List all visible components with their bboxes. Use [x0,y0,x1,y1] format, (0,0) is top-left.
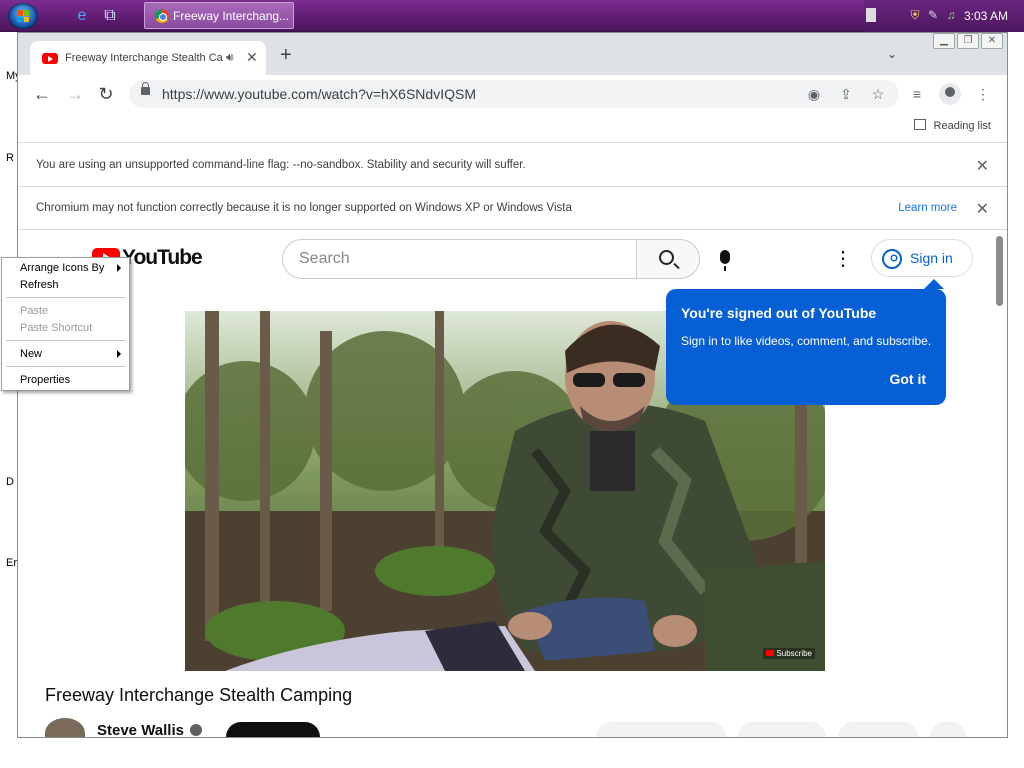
tab-search-chevron-icon[interactable]: ⌄ [887,47,897,61]
submenu-arrow-icon [117,350,121,358]
clock[interactable]: 3:03 AM [964,9,1008,23]
video-title: Freeway Interchange Stealth Camping [45,685,353,705]
internet-explorer-icon[interactable]: e [72,6,92,26]
new-tab-button[interactable]: + [280,45,292,65]
channel-name: Steve Wallis [97,722,184,738]
reading-list-icon [913,119,926,130]
subscribe-button[interactable] [226,722,320,737]
submenu-arrow-icon [117,264,121,272]
desktop-icon-label[interactable]: D [6,476,14,488]
tray-app-icon[interactable] [866,8,876,22]
taskbar-task-label: Freeway Interchang... [173,9,290,23]
menu-item-properties[interactable]: Properties [20,374,70,386]
infobar-unsupported-os: Chromium may not function correctly beca… [18,187,1007,230]
infobar-text: Chromium may not function correctly beca… [36,202,572,214]
youtube-wordmark: YouTube [122,246,203,269]
infobar-text: You are using an unsupported command-lin… [36,159,526,171]
page-scrollbar[interactable] [993,230,1007,737]
bookmarks-bar: Reading list [18,113,1007,143]
security-shield-icon[interactable]: ⛨ [908,8,922,22]
browser-window: Freeway Interchange Stealth Ca 🔊︎ ✕ + ⌄ … [17,32,1008,738]
sign-in-button[interactable]: Sign in [871,239,973,277]
signed-out-tooltip: You're signed out of YouTube Sign in to … [666,279,946,405]
like-dislike-buttons[interactable] [596,722,726,737]
reload-button[interactable]: ↻ [95,83,117,105]
lock-icon[interactable] [141,82,150,95]
window-controls: ▁ ❐ ✕ [933,33,1003,49]
menu-separator [6,297,126,298]
reading-list-button[interactable]: Reading list [913,119,991,132]
back-button[interactable]: ← [31,83,53,105]
bookmark-star-icon[interactable]: ☆ [869,85,887,103]
menu-separator [6,340,126,341]
taskbar: e ⧉ Freeway Interchang... ⛨ ✎ ♫ 3:03 AM [0,0,1024,32]
reading-list-label: Reading list [933,120,991,132]
got-it-button[interactable]: Got it [889,371,926,387]
verified-check-icon [189,724,202,736]
channel-name-link[interactable]: Steve Wallis [97,722,202,738]
settings-more-icon[interactable]: ⋮ [833,246,853,272]
desktop-icon-label[interactable]: Er [6,557,17,569]
windows-flag-icon [17,10,29,22]
menu-item-arrange-icons[interactable]: Arrange Icons By [20,262,104,274]
minimize-button[interactable]: ▁ [933,33,955,49]
taskbar-task-browser[interactable]: Freeway Interchang... [144,2,294,29]
search-placeholder: Search [299,250,350,267]
address-bar[interactable]: https://www.youtube.com/watch?v=hX6SNdvI… [129,80,899,108]
menu-item-paste-shortcut[interactable]: Paste Shortcut [20,322,92,334]
desktop-context-menu: Arrange Icons By Refresh Paste Paste Sho… [1,257,130,391]
sign-in-label: Sign in [910,250,953,266]
quick-launch-app-icon[interactable]: ⧉ [100,6,120,26]
learn-more-link[interactable]: Learn more [898,202,957,214]
tooltip-body: Sign in to like videos, comment, and sub… [681,334,932,348]
tab-youtube[interactable]: Freeway Interchange Stealth Ca 🔊︎ ✕ [30,41,266,75]
profile-avatar-icon[interactable] [939,83,961,105]
browser-menu-icon[interactable]: ⋮ [973,84,993,104]
menu-separator [6,366,126,367]
url-text[interactable]: https://www.youtube.com/watch?v=hX6SNdvI… [162,86,476,102]
share-icon[interactable]: ⇪ [837,85,855,103]
tab-title: Freeway Interchange Stealth Ca [65,52,223,64]
chromium-icon [155,9,169,23]
more-actions-button[interactable] [930,722,966,737]
search-icon [659,250,674,265]
infobar-sandbox-warning: You are using an unsupported command-lin… [18,144,1007,187]
infobar-close-icon[interactable]: ✕ [976,156,989,176]
account-icon [882,249,902,269]
tooltip-title: You're signed out of YouTube [681,305,877,321]
youtube-page: YouTube Search ⋮ Sign in Subscribe You'r… [18,230,993,738]
menu-item-new[interactable]: New [20,348,42,360]
media-controls-icon[interactable]: ≡ [907,84,927,104]
search-input[interactable]: Search [282,239,637,279]
close-window-button[interactable]: ✕ [981,33,1003,49]
system-tray: ⛨ ✎ ♫ 3:03 AM [864,0,1024,32]
menu-item-refresh[interactable]: Refresh [20,279,59,291]
browser-toolbar: ← → ↻ https://www.youtube.com/watch?v=hX… [18,75,1007,113]
search-button[interactable] [636,239,700,279]
tray-network-icon[interactable]: ✎ [926,8,940,22]
tray-volume-icon[interactable]: ♫ [944,8,958,22]
download-button[interactable] [838,722,918,737]
microphone-icon[interactable] [720,250,730,271]
scrollbar-thumb[interactable] [996,236,1003,306]
subscribe-watermark[interactable]: Subscribe [763,648,815,659]
menu-item-paste[interactable]: Paste [20,305,48,317]
start-button[interactable] [8,3,38,29]
audio-playing-icon[interactable]: 🔊︎ [226,50,234,65]
infobar-close-icon[interactable]: ✕ [976,199,989,219]
tab-close-icon[interactable]: ✕ [246,49,258,66]
channel-avatar[interactable] [45,718,85,737]
youtube-favicon-icon [42,53,58,64]
restore-button[interactable]: ❐ [957,33,979,49]
eye-off-icon[interactable]: ◉ [805,85,823,103]
share-button[interactable] [738,722,826,737]
forward-button[interactable]: → [64,83,86,105]
tab-strip: Freeway Interchange Stealth Ca 🔊︎ ✕ + ⌄ … [18,33,1007,75]
desktop-icon-label[interactable]: R [6,152,14,164]
